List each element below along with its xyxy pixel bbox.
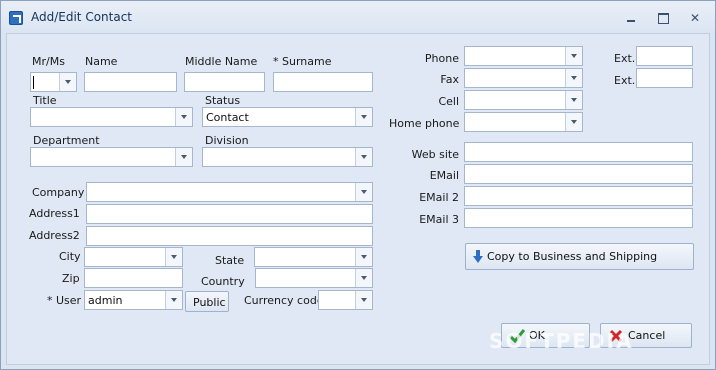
middle-name-label: Middle Name [185,55,258,68]
chevron-down-icon[interactable] [355,108,372,126]
country-select[interactable] [255,268,373,288]
currency-code-select[interactable] [318,290,373,310]
zip-input[interactable] [84,268,183,288]
address1-label: Address1 [29,207,80,220]
home-phone-label: Home phone [389,117,460,130]
add-edit-contact-window: Add/Edit Contact ✕ Mr/Ms Name Middle Nam… [0,0,716,370]
text-caret [33,76,34,89]
window-title: Add/Edit Contact [31,10,133,24]
country-label: Country [201,275,245,288]
division-select[interactable] [202,147,373,167]
public-button[interactable]: Public [185,291,229,312]
status-label: Status [205,94,241,107]
phone-label: Phone [424,52,459,65]
cancel-button-label: Cancel [628,329,666,342]
city-label: City [59,250,81,263]
chevron-down-icon[interactable] [355,269,372,287]
app-icon [9,11,23,25]
public-button-label: Public [193,296,226,309]
copy-button-label: Copy to Business and Shipping [487,250,658,263]
ext1-input[interactable] [636,46,693,66]
cell-label: Cell [438,95,459,108]
zip-label: Zip [62,272,80,285]
state-select[interactable] [254,247,373,267]
arrow-down-icon [473,250,483,263]
division-label: Division [205,134,249,147]
middle-name-input[interactable] [184,72,265,92]
chevron-down-icon[interactable] [59,73,76,91]
company-label: Company [32,186,85,199]
email2-input[interactable] [464,186,693,206]
chevron-down-icon[interactable] [355,148,372,166]
email3-label: EMail 3 [419,213,459,226]
user-select[interactable]: admin [84,290,183,310]
chevron-down-icon[interactable] [565,69,582,87]
status-select[interactable]: Contact [202,107,373,127]
title-label: Title [33,94,57,107]
maximize-button[interactable] [653,9,673,27]
phone-select[interactable] [464,46,583,66]
city-select[interactable] [84,247,183,267]
chevron-down-icon[interactable] [165,291,182,309]
department-select[interactable] [30,147,193,167]
softpedia-watermark: SOFTPEDIA [489,329,634,353]
chevron-down-icon[interactable] [175,108,192,126]
chevron-down-icon[interactable] [565,113,582,131]
address2-label: Address2 [29,229,80,242]
email-input[interactable] [464,164,693,184]
cell-select[interactable] [464,90,583,110]
department-label: Department [33,134,100,147]
chevron-down-icon[interactable] [565,91,582,109]
user-label: * User [47,294,82,307]
email2-label: EMail 2 [419,191,459,204]
home-phone-select[interactable] [464,112,583,132]
chevron-down-icon[interactable] [355,248,372,266]
chevron-down-icon[interactable] [355,183,372,201]
ext2-label: Ext. [614,74,636,87]
address1-input[interactable] [86,204,373,224]
user-value: admin [88,294,123,307]
web-site-label: Web site [411,148,459,161]
surname-input[interactable] [273,72,373,92]
status-value: Contact [206,111,249,124]
email3-input[interactable] [464,208,693,228]
name-input[interactable] [84,72,177,92]
minimize-button[interactable] [621,9,641,27]
mr-ms-select[interactable] [30,72,77,92]
title-select[interactable] [30,107,193,127]
name-label: Name [85,55,118,68]
surname-label: * Surname [273,55,332,68]
chevron-down-icon[interactable] [165,248,182,266]
chevron-down-icon[interactable] [175,148,192,166]
address2-input[interactable] [86,226,373,246]
ext1-label: Ext. [614,52,636,65]
close-button[interactable]: ✕ [685,9,705,27]
currency-code-label: Currency code [244,294,324,307]
web-site-input[interactable] [464,142,693,162]
copy-to-business-button[interactable]: Copy to Business and Shipping [465,243,694,270]
fax-select[interactable] [464,68,583,88]
company-select[interactable] [86,182,373,202]
mr-ms-label: Mr/Ms [32,55,65,68]
state-label: State [215,254,245,267]
title-bar: Add/Edit Contact ✕ [1,1,715,33]
ext2-input[interactable] [636,68,693,88]
chevron-down-icon[interactable] [355,291,372,309]
chevron-down-icon[interactable] [565,47,582,65]
email-label: EMail [429,169,459,182]
fax-label: Fax [440,73,459,86]
